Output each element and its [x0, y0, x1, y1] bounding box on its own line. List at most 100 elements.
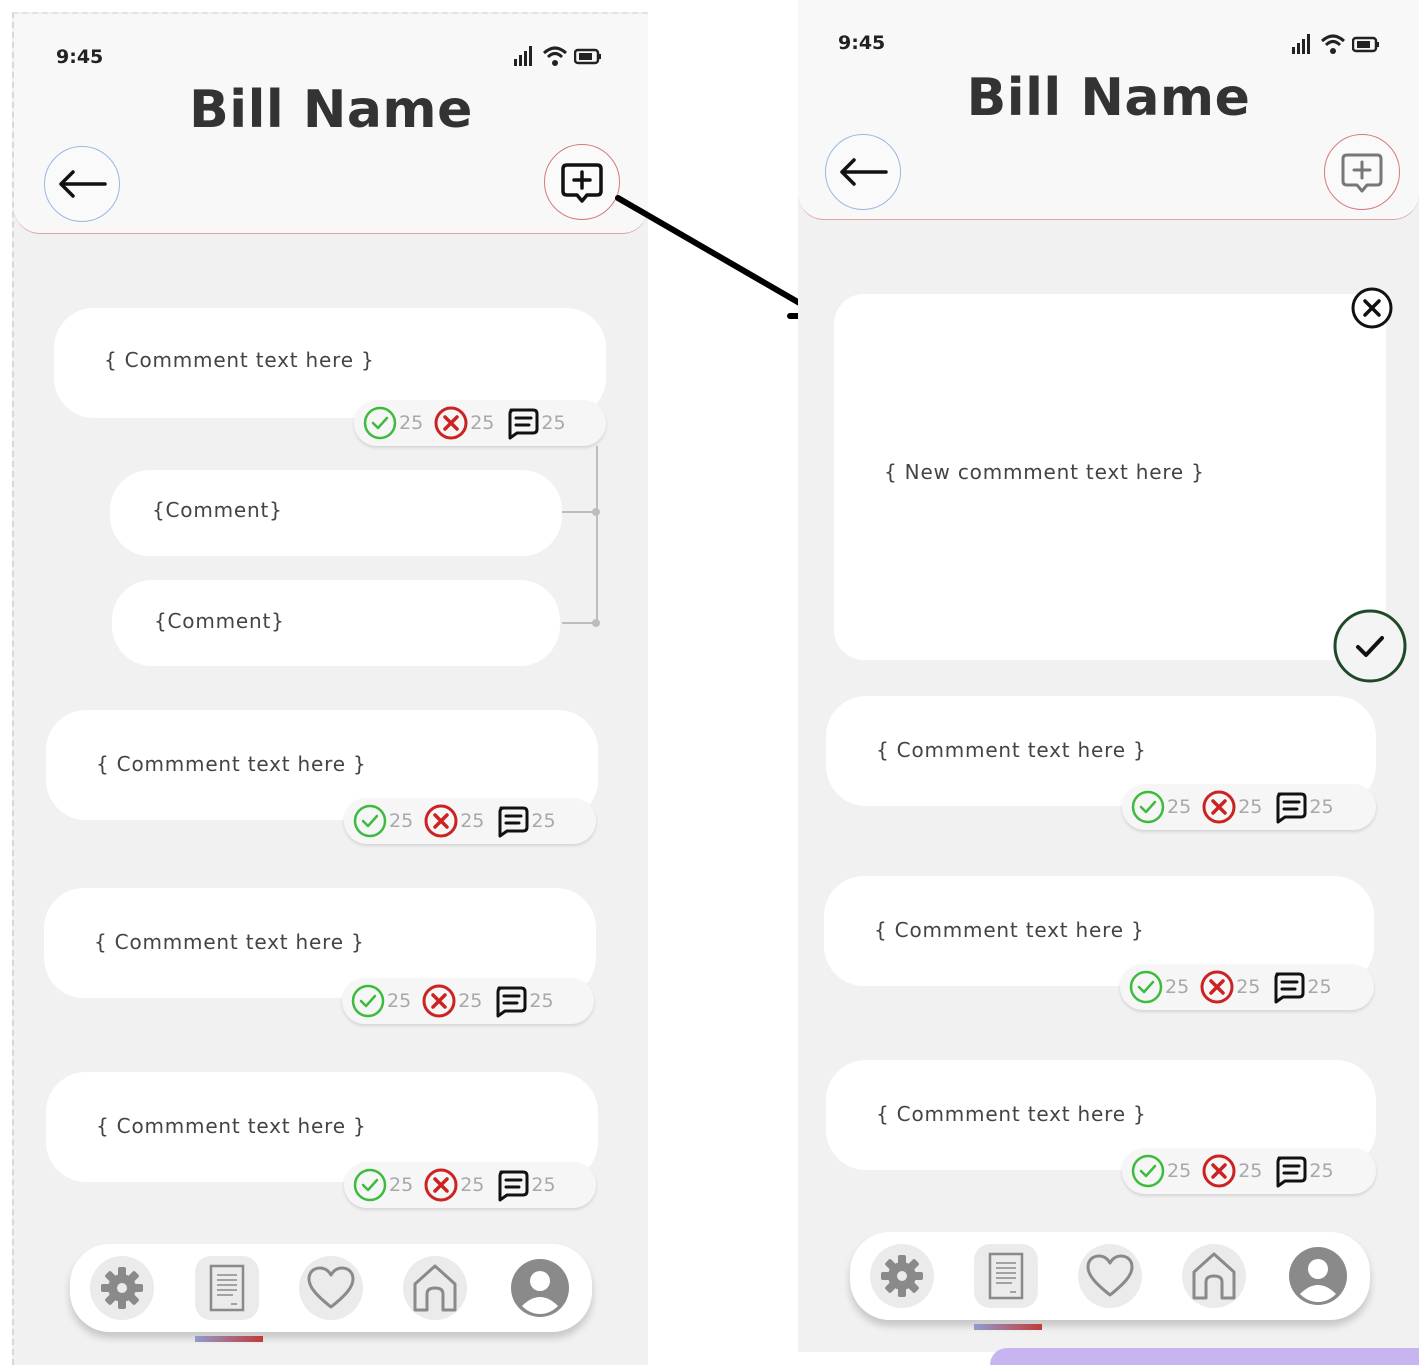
back-button[interactable]: [825, 134, 901, 210]
profile-icon: [1289, 1247, 1347, 1305]
reply-connector: [596, 446, 598, 624]
approve-count: 25: [399, 412, 424, 434]
approve-stat[interactable]: 25: [1130, 789, 1191, 825]
reject-count: 25: [1236, 976, 1261, 998]
reject-stat[interactable]: 25: [1201, 789, 1262, 825]
approve-stat[interactable]: 25: [362, 405, 423, 441]
replies-stat[interactable]: 25: [1272, 789, 1334, 825]
approve-stat[interactable]: 25: [350, 983, 411, 1019]
new-comment-screen: 9:45 Bill Name { New commment text here …: [798, 0, 1419, 1352]
status-time: 9:45: [838, 32, 886, 54]
new-comment-input[interactable]: { New commment text here }: [884, 460, 1205, 484]
nav-bills[interactable]: [974, 1244, 1042, 1330]
x-circle-icon: [424, 1168, 458, 1202]
new-comment-editor[interactable]: { New commment text here }: [834, 294, 1386, 660]
reply-connector: [562, 622, 596, 624]
reject-stat[interactable]: 25: [433, 405, 494, 441]
back-arrow-icon: [840, 158, 888, 186]
nav-home[interactable]: [403, 1256, 468, 1320]
nav-settings[interactable]: [870, 1244, 934, 1308]
settings-icon: [101, 1267, 144, 1309]
comment-icon: [498, 806, 529, 838]
wifi-icon: [1320, 34, 1346, 54]
replies-stat[interactable]: 25: [1272, 1153, 1334, 1189]
check-circle-icon: [1131, 1154, 1165, 1188]
replies-count: 25: [531, 810, 556, 832]
replies-count: 25: [1309, 1160, 1334, 1182]
add-comment-button[interactable]: [1324, 134, 1400, 210]
check-circle-icon: [351, 984, 385, 1018]
reject-count: 25: [470, 412, 495, 434]
reject-stat[interactable]: 25: [423, 1167, 484, 1203]
x-circle-icon: [1202, 1154, 1236, 1188]
approve-stat[interactable]: 25: [352, 1167, 413, 1203]
reply-card[interactable]: {Comment}: [110, 470, 562, 556]
replies-count: 25: [531, 1174, 556, 1196]
nav-favorites[interactable]: [1078, 1244, 1142, 1308]
comment-stats: 25 25 25: [344, 1162, 596, 1208]
comment-icon: [498, 1170, 529, 1202]
nav-bills[interactable]: [194, 1256, 263, 1342]
nav-settings[interactable]: [90, 1256, 155, 1320]
home-icon: [1192, 1252, 1236, 1300]
approve-count: 25: [389, 1174, 414, 1196]
reply-connector-dot: [592, 508, 600, 516]
reply-card[interactable]: {Comment}: [112, 580, 560, 666]
comment-stats: 25 25 25: [1122, 784, 1376, 830]
back-arrow-icon: [59, 170, 107, 198]
close-editor-button[interactable]: [1350, 286, 1394, 330]
comment-stats: 25 25 25: [342, 978, 594, 1024]
nav-home[interactable]: [1182, 1244, 1246, 1308]
x-circle-icon: [422, 984, 456, 1018]
reject-stat[interactable]: 25: [1199, 969, 1260, 1005]
x-circle-icon: [434, 406, 468, 440]
comment-stats: 25 25 25: [354, 400, 606, 446]
replies-stat[interactable]: 25: [492, 983, 554, 1019]
home-icon: [413, 1264, 457, 1312]
check-circle-icon: [1129, 970, 1163, 1004]
battery-icon: [574, 48, 601, 65]
comment-text: { Commment text here }: [96, 1114, 367, 1138]
document-icon: [988, 1252, 1024, 1300]
reject-stat[interactable]: 25: [421, 983, 482, 1019]
approve-stat[interactable]: 25: [1130, 1153, 1191, 1189]
nav-favorites[interactable]: [298, 1256, 363, 1320]
replies-count: 25: [1309, 796, 1334, 818]
nav-profile[interactable]: [1286, 1244, 1350, 1308]
reply-text: {Comment}: [152, 498, 283, 522]
replies-count: 25: [1307, 976, 1332, 998]
check-circle-icon: [353, 1168, 387, 1202]
comments-screen: 9:45 Bill Name { Commment text here } 25…: [12, 12, 648, 1365]
comment-text: { Commment text here }: [876, 1102, 1147, 1126]
comment-icon: [1276, 792, 1307, 824]
approve-stat[interactable]: 25: [1128, 969, 1189, 1005]
reject-count: 25: [458, 990, 483, 1012]
replies-count: 25: [541, 412, 566, 434]
comment-stats: 25 25 25: [1122, 1148, 1376, 1194]
approve-stat[interactable]: 25: [352, 803, 413, 839]
active-tab-indicator: [974, 1324, 1042, 1330]
reject-stat[interactable]: 25: [423, 803, 484, 839]
replies-stat[interactable]: 25: [494, 1167, 556, 1203]
reject-count: 25: [1238, 1160, 1263, 1182]
confirm-check-icon: [1333, 609, 1407, 683]
replies-stat[interactable]: 25: [504, 405, 566, 441]
nav-profile[interactable]: [508, 1256, 572, 1320]
x-circle-icon: [1202, 790, 1236, 824]
comment-icon: [1274, 972, 1305, 1004]
settings-icon: [881, 1255, 923, 1297]
comment-icon: [496, 986, 527, 1018]
submit-comment-button[interactable]: [1332, 608, 1408, 684]
back-button[interactable]: [44, 146, 120, 222]
bottom-nav: [850, 1232, 1370, 1330]
reject-stat[interactable]: 25: [1201, 1153, 1262, 1189]
heart-icon: [1086, 1254, 1134, 1297]
x-circle-icon: [424, 804, 458, 838]
comment-text: { Commment text here }: [104, 348, 375, 372]
comment-text: { Commment text here }: [94, 930, 365, 954]
replies-stat[interactable]: 25: [1270, 969, 1332, 1005]
page-title: Bill Name: [966, 68, 1251, 128]
comment-icon: [1276, 1156, 1307, 1188]
replies-stat[interactable]: 25: [494, 803, 556, 839]
replies-count: 25: [529, 990, 554, 1012]
